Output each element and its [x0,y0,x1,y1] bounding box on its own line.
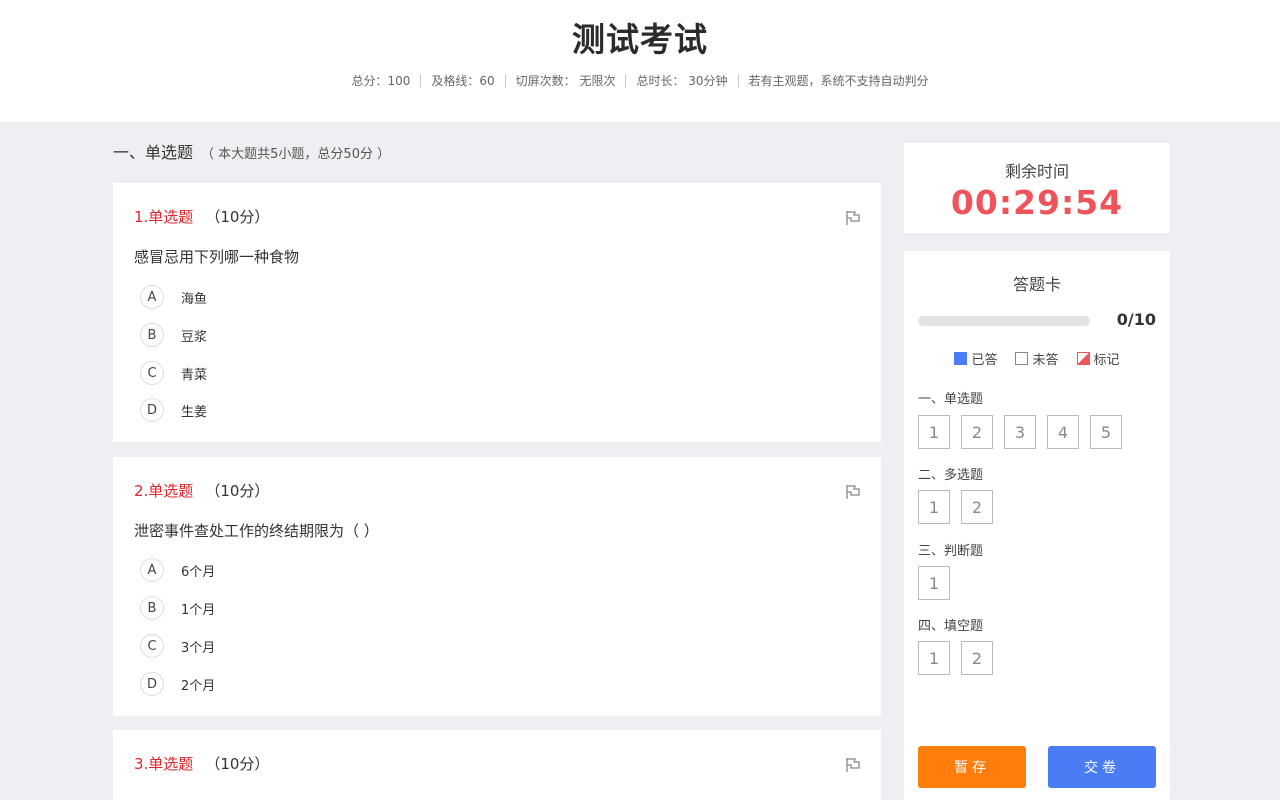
option-d[interactable]: D 生姜 [140,398,207,422]
meta-total-score: 总分：100 [351,74,411,88]
option-letter: C [140,361,164,385]
timer-label: 剩余时间 [1004,162,1069,181]
meta-note: 若有主观题，系统不支持自动判分 [748,74,929,88]
option-c[interactable]: C 青菜 [140,361,207,385]
question-nav-button[interactable]: 2 [961,490,993,524]
group-label: 三、判断题 [918,544,984,559]
question-header: 2.单选题 （10分） [134,481,269,501]
question-card: 1.单选题 （10分） 感冒忌用下列哪一种食物 A 海鱼 B 豆浆 C 青菜 D 生姜 [113,183,881,442]
answered-swatch-icon [954,352,968,365]
answer-card-title: 答题卡 [1012,275,1061,294]
option-letter: D [140,672,164,696]
group-numbers: 1 2 3 4 5 [918,415,1133,449]
option-letter: B [140,323,164,347]
section-subtitle: （ 本大题共5小题，总分50分 ） [201,147,391,162]
option-a[interactable]: A 海鱼 [140,285,207,309]
legend-label: 未答 [1032,353,1059,368]
save-draft-button[interactable]: 暂存 [918,746,1026,788]
option-text: 海鱼 [181,291,208,307]
question-score: （10分） [205,755,270,773]
question-nav-button[interactable]: 1 [918,641,950,675]
group-numbers: 1 [918,566,961,600]
exam-meta: 总分：100 及格线：60 切屏次数： 无限次 总时长： 30分钟 若有主观题，… [0,73,1280,89]
question-type: 3.单选题 [134,755,194,773]
option-text: 6个月 [181,564,216,580]
option-text: 豆浆 [181,329,208,345]
question-nav-button[interactable]: 2 [961,641,993,675]
marked-swatch-icon [1076,352,1090,365]
option-d[interactable]: D 2个月 [140,672,215,696]
flag-icon[interactable] [845,757,861,773]
option-letter: D [140,398,164,422]
question-nav-button[interactable]: 1 [918,415,950,449]
group-label: 四、填空题 [918,619,984,634]
question-nav-button[interactable]: 2 [961,415,993,449]
meta-screen-switch: 切屏次数： 无限次 [515,74,616,88]
meta-pass-line: 及格线：60 [431,74,495,88]
question-text: 泄密事件查处工作的终结期限为（ ） [134,522,379,540]
question-score: （10分） [205,208,270,226]
legend-label: 已答 [971,353,998,368]
question-nav-button[interactable]: 1 [918,490,950,524]
legend: 已答 未答 标记 [904,349,1170,368]
question-nav-button[interactable]: 4 [1047,415,1079,449]
question-type: 1.单选题 [134,208,194,226]
flag-icon[interactable] [845,210,861,226]
option-text: 2个月 [181,678,216,694]
timer-value: 00:29:54 [950,183,1124,222]
group-label: 一、单选题 [918,392,984,407]
option-letter: C [140,634,164,658]
flag-icon[interactable] [845,484,861,500]
question-score: （10分） [205,482,270,500]
progress-bar [918,316,1090,326]
meta-duration: 总时长： 30分钟 [636,74,728,88]
submit-exam-button[interactable]: 交卷 [1048,746,1156,788]
timer-panel: 剩余时间 00:29:54 [904,143,1170,233]
question-nav-button[interactable]: 5 [1090,415,1122,449]
option-b[interactable]: B 1个月 [140,596,215,620]
group-numbers: 1 2 [918,490,1004,524]
exam-header: 测试考试 总分：100 及格线：60 切屏次数： 无限次 总时长： 30分钟 若… [0,0,1280,122]
option-text: 生姜 [181,404,208,420]
exam-title: 测试考试 [572,20,708,59]
question-card: 3.单选题 （10分） [113,730,881,800]
option-letter: A [140,285,164,309]
option-text: 青菜 [181,367,208,383]
legend-unanswered: 未答 [1015,349,1059,368]
answer-card-panel: 答题卡 0/10 已答 未答 标记 一、单选题 1 2 3 4 5 二、多选题 … [904,251,1170,800]
question-type: 2.单选题 [134,482,194,500]
question-header: 1.单选题 （10分） [134,207,269,227]
option-text: 1个月 [181,602,216,618]
legend-label: 标记 [1093,353,1120,368]
option-letter: A [140,558,164,582]
option-a[interactable]: A 6个月 [140,558,215,582]
legend-marked: 标记 [1076,349,1120,368]
question-header: 3.单选题 （10分） [134,754,269,774]
option-b[interactable]: B 豆浆 [140,323,207,347]
section-name: 一、单选题 [113,143,194,162]
group-numbers: 1 2 [918,641,1004,675]
question-nav-button[interactable]: 3 [1004,415,1036,449]
question-text: 感冒忌用下列哪一种食物 [134,248,300,266]
option-letter: B [140,596,164,620]
group-label: 二、多选题 [918,468,984,483]
option-text: 3个月 [181,640,216,656]
progress-text: 0/10 [1116,310,1156,329]
question-card: 2.单选题 （10分） 泄密事件查处工作的终结期限为（ ） A 6个月 B 1个月 C… [113,457,881,716]
unanswered-swatch-icon [1015,352,1029,365]
question-nav-button[interactable]: 1 [918,566,950,600]
section-title: 一、单选题 （ 本大题共5小题，总分50分 ） [113,142,390,166]
option-c[interactable]: C 3个月 [140,634,215,658]
legend-answered: 已答 [954,349,997,368]
